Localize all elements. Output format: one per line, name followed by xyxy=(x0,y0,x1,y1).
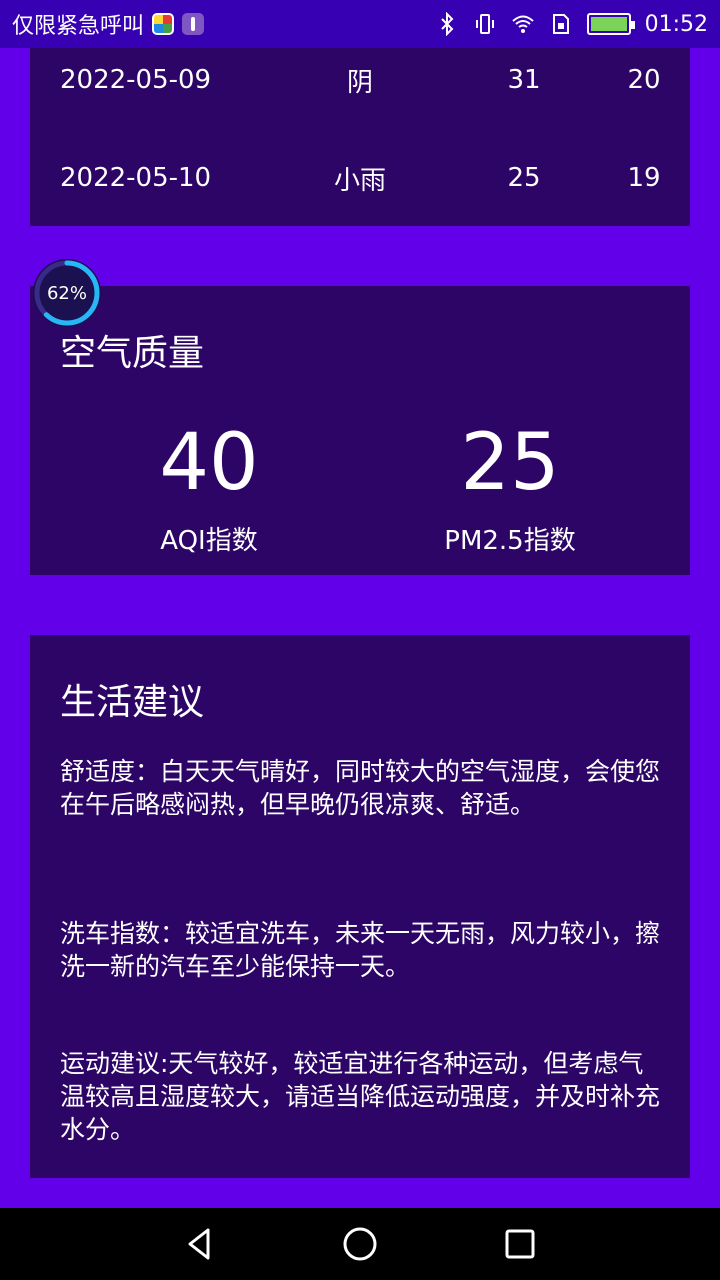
aqi-metric: 40 AQI指数 xyxy=(79,424,339,557)
sim-icon xyxy=(552,14,569,34)
home-icon xyxy=(343,1227,377,1261)
battery-icon xyxy=(586,13,635,35)
air-quality-title: 空气质量 xyxy=(60,333,205,374)
home-button[interactable] xyxy=(330,1214,390,1274)
usb-icon xyxy=(182,13,205,35)
vibrate-icon xyxy=(475,14,494,34)
life-advice-card: 生活建议 舒适度：白天天气晴好，同时较大的空气湿度，会使您在午后略感闷热，但早晚… xyxy=(30,635,690,1178)
pm25-value: 25 xyxy=(460,418,560,508)
forecast-min-temp: 20 xyxy=(627,65,661,95)
forecast-row: 2022-05-09 阴 31 20 xyxy=(30,60,690,100)
forecast-date: 2022-05-09 xyxy=(60,65,212,95)
car-wash-advice: 洗车指数：较适宜洗车，未来一天无雨，风力较小，擦洗一新的汽车至少能保持一天。 xyxy=(60,919,661,981)
forecast-date: 2022-05-10 xyxy=(60,163,212,193)
forecast-max-temp: 31 xyxy=(507,65,541,95)
recents-button[interactable] xyxy=(490,1214,550,1274)
air-quality-card: 空气质量 40 AQI指数 25 PM2.5指数 xyxy=(30,286,690,575)
pm25-metric: 25 PM2.5指数 xyxy=(380,424,640,557)
forecast-weather: 小雨 xyxy=(333,165,387,196)
forecast-min-temp: 19 xyxy=(627,163,661,193)
navigation-bar xyxy=(0,1208,720,1280)
back-icon xyxy=(188,1228,210,1260)
forecast-weather: 阴 xyxy=(346,67,374,98)
life-advice-title: 生活建议 xyxy=(60,682,205,723)
clock: 01:52 xyxy=(644,11,708,37)
sport-advice: 运动建议:天气较好，较适宜进行各种运动，但考虑气温较高且湿度较大，请适当降低运动… xyxy=(60,1049,661,1144)
bluetooth-icon xyxy=(440,12,454,36)
forecast-row: 2022-05-10 小雨 25 19 xyxy=(30,158,690,198)
back-button[interactable] xyxy=(170,1214,230,1274)
forecast-card: 2022-05-09 阴 31 20 2022-05-10 小雨 25 19 xyxy=(30,48,690,226)
recents-icon xyxy=(505,1229,535,1259)
status-bar: 仅限紧急呼叫 01:52 xyxy=(0,0,720,48)
forecast-max-temp: 25 xyxy=(507,163,541,193)
colorful-app-icon xyxy=(152,13,175,35)
comfort-advice: 舒适度：白天天气晴好，同时较大的空气湿度，会使您在午后略感闷热，但早晚仍很凉爽、… xyxy=(60,757,661,819)
carrier-text: 仅限紧急呼叫 xyxy=(12,14,145,39)
aqi-value: 40 xyxy=(159,418,259,508)
progress-text: 62% xyxy=(46,282,87,304)
aqi-label: AQI指数 xyxy=(160,526,258,556)
pm25-label: PM2.5指数 xyxy=(444,526,576,556)
progress-badge[interactable]: 62% xyxy=(33,259,101,327)
wifi-icon xyxy=(511,15,534,33)
